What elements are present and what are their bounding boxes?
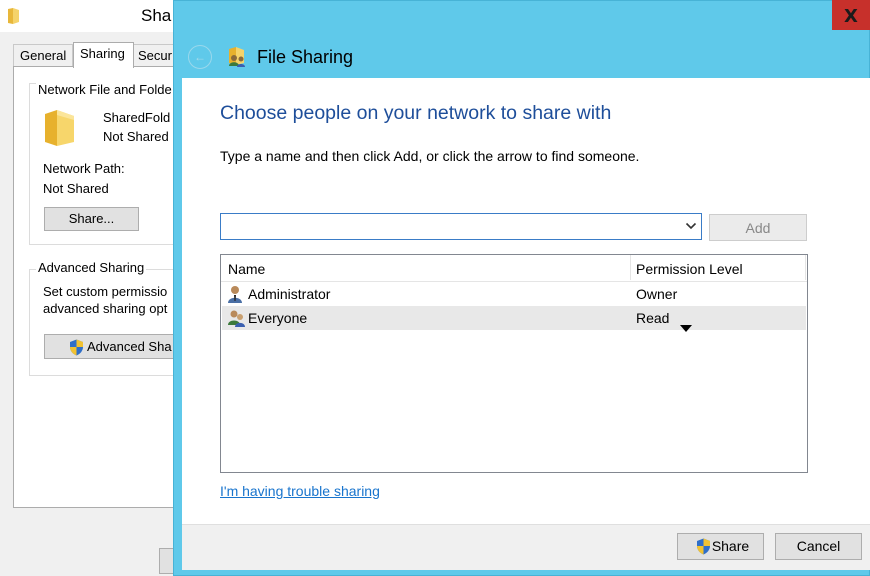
share-button-label: Share <box>711 538 750 554</box>
properties-title: Sha <box>141 6 172 25</box>
cancel-button[interactable]: Cancel <box>775 533 862 560</box>
tab-general[interactable]: General <box>13 44 73 67</box>
advanced-sharing-desc-line1: Set custom permissio <box>43 284 168 299</box>
network-path-value: Not Shared <box>43 181 109 196</box>
row-name: Administrator <box>248 286 331 302</box>
network-file-group-label: Network File and Folde <box>36 82 174 97</box>
group-users-icon <box>227 309 247 334</box>
close-button[interactable]: X <box>832 0 870 30</box>
table-row[interactable]: Everyone Read <box>222 306 806 332</box>
trouble-sharing-link[interactable]: I'm having trouble sharing <box>220 483 380 499</box>
row-permission: Owner <box>636 286 678 302</box>
list-header: Name Permission Level <box>221 255 807 282</box>
name-input[interactable] <box>225 217 679 238</box>
instruction-text: Type a name and then click Add, or click… <box>220 148 640 164</box>
shared-folder-icon <box>43 108 77 151</box>
advanced-sharing-button[interactable]: Advanced Sha <box>44 334 184 359</box>
properties-dialog: Sha General Sharing Secur Network File a… <box>0 0 205 576</box>
advanced-sharing-button-label: Advanced Sha <box>87 339 172 354</box>
advanced-sharing-group-label: Advanced Sharing <box>36 260 147 275</box>
permission-dropdown[interactable]: Read <box>636 306 669 330</box>
column-divider <box>805 255 806 280</box>
column-divider <box>630 255 631 280</box>
caret-down-icon[interactable] <box>680 315 692 339</box>
column-header-name[interactable]: Name <box>228 255 265 281</box>
dialog-footer <box>182 524 870 570</box>
close-icon: X <box>844 6 858 27</box>
back-arrow-icon: ← <box>194 50 206 64</box>
folder-share-status: Not Shared <box>103 129 169 144</box>
file-sharing-icon <box>226 46 248 71</box>
tab-sharing[interactable]: Sharing <box>73 42 134 68</box>
name-combobox[interactable] <box>220 213 702 240</box>
properties-share-button[interactable]: Share... <box>44 207 139 231</box>
page-heading: Choose people on your network to share w… <box>220 102 612 124</box>
uac-shield-icon <box>696 538 711 563</box>
uac-shield-icon <box>69 339 84 358</box>
folder-icon <box>7 7 21 28</box>
add-button[interactable]: Add <box>709 214 807 241</box>
advanced-sharing-desc-line2: advanced sharing opt <box>43 301 168 316</box>
table-row[interactable]: Administrator Owner <box>222 282 806 306</box>
column-header-permission[interactable]: Permission Level <box>636 255 743 281</box>
back-button[interactable]: ← <box>188 45 212 69</box>
share-button[interactable]: Share <box>677 533 764 560</box>
row-name: Everyone <box>248 310 308 326</box>
network-path-label: Network Path: <box>43 161 125 176</box>
window-title: File Sharing <box>257 47 354 67</box>
folder-name: SharedFold <box>103 110 171 125</box>
chevron-down-icon[interactable] <box>685 220 697 235</box>
properties-title-bar: Sha <box>0 0 180 32</box>
sharing-tab-panel: Network File and Folde SharedFold Not Sh… <box>13 66 184 508</box>
people-list: Name Permission Level Administrator Owne… <box>220 254 808 473</box>
